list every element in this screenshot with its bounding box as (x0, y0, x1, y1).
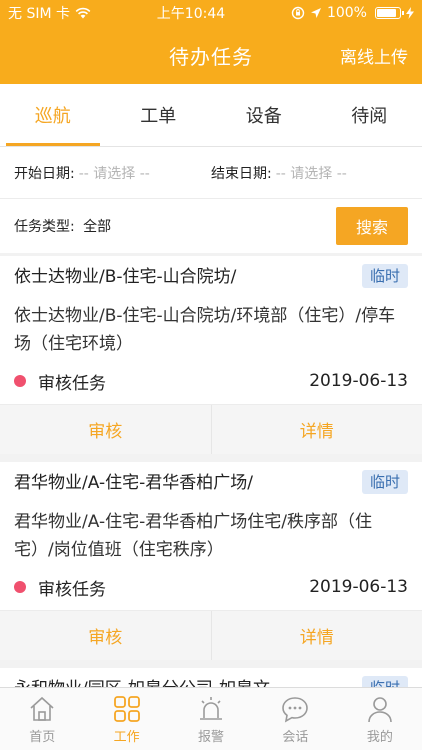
end-date-field[interactable]: 结束日期: -- 请选择 -- (211, 163, 408, 183)
battery-icon (374, 7, 404, 19)
task-description: 依士达物业/B-住宅-山合院坊/环境部（住宅）/停车场（住宅环境） (14, 306, 396, 354)
battery-percent: 100% (326, 5, 367, 21)
task-description: 君华物业/A-住宅-君华香柏广场住宅/秩序部（住宅）/岗位值班（住宅秩序） (14, 512, 372, 560)
tabbar-home[interactable]: 首页 (0, 688, 84, 750)
tabbar-work[interactable]: 工作 (84, 688, 168, 750)
chat-icon (282, 696, 309, 723)
offline-upload-button[interactable]: 离线上传 (340, 43, 408, 68)
tab-strip: 巡航 工单 设备 待阅 (0, 84, 422, 147)
tabbar-chat[interactable]: 会话 (253, 688, 337, 750)
task-type-label: 任务类型: (14, 219, 75, 235)
status-dot-icon (14, 581, 26, 593)
end-date-picker[interactable]: -- 请选择 -- (276, 163, 347, 183)
carrier-text: 无 SIM 卡 (8, 6, 70, 22)
clock-text: 上午10:44 (156, 6, 226, 22)
tabbar-mine[interactable]: 我的 (338, 688, 422, 750)
end-date-label: 结束日期: (211, 165, 272, 182)
bottom-tab-bar: 首页 工作 报警 会话 我的 (0, 687, 422, 750)
task-title: 依士达物业/B-住宅-山合院坊/ (14, 267, 237, 287)
date-filter-row: 开始日期: -- 请选择 -- 结束日期: -- 请选择 -- (0, 147, 422, 199)
tab-patrol[interactable]: 巡航 (0, 84, 106, 146)
search-button[interactable]: 搜索 (336, 207, 408, 245)
tabbar-label: 我的 (366, 729, 393, 745)
task-date: 2019-06-13 (309, 577, 408, 597)
task-type-field[interactable]: 任务类型: 全部 (14, 216, 111, 236)
task-card[interactable]: 依士达物业/B-住宅-山合院坊/ 临时 依士达物业/B-住宅-山合院坊/环境部（… (0, 256, 422, 454)
start-date-picker[interactable]: -- 请选择 -- (79, 163, 150, 183)
app-screen: 无 SIM 卡 上午10:44 100% 待办任务 离线上传 巡航 工单 设备 … (0, 0, 422, 750)
tab-work-order[interactable]: 工单 (106, 84, 212, 146)
task-list: 依士达物业/B-住宅-山合院坊/ 临时 依士达物业/B-住宅-山合院坊/环境部（… (0, 256, 422, 687)
page-title: 待办任务 (169, 44, 253, 69)
review-button[interactable]: 审核 (0, 405, 211, 454)
detail-button[interactable]: 详情 (210, 405, 422, 454)
alarm-icon (200, 696, 223, 720)
rotation-lock-icon (291, 6, 305, 20)
charging-icon (405, 7, 414, 19)
tab-to-read[interactable]: 待阅 (317, 84, 422, 146)
top-bar: 无 SIM 卡 上午10:44 100% 待办任务 离线上传 (0, 0, 422, 84)
task-tag-badge: 临时 (361, 264, 408, 288)
task-card[interactable]: 永和物业/园区-如皋分公司-如皋文 临时 (0, 668, 422, 687)
start-date-label: 开始日期: (14, 165, 75, 182)
nav-bar: 待办任务 离线上传 (0, 26, 422, 84)
status-bar: 无 SIM 卡 上午10:44 100% (0, 0, 422, 26)
home-icon (30, 696, 54, 721)
tab-device[interactable]: 设备 (211, 84, 317, 146)
tabbar-label: 会话 (282, 729, 309, 745)
task-type-value[interactable]: 全部 (83, 219, 111, 235)
task-title: 君华物业/A-住宅-君华香柏广场/ (14, 473, 253, 493)
task-date: 2019-06-13 (309, 371, 408, 391)
task-status-text: 审核任务 (38, 373, 106, 394)
location-icon (310, 8, 321, 18)
task-title: 永和物业/园区-如皋分公司-如皋文 (14, 676, 270, 687)
task-tag-badge: 临时 (361, 676, 408, 687)
task-status: 审核任务 (14, 575, 106, 600)
detail-button[interactable]: 详情 (210, 611, 422, 660)
task-card[interactable]: 君华物业/A-住宅-君华香柏广场/ 临时 君华物业/A-住宅-君华香柏广场住宅/… (0, 462, 422, 660)
task-status-text: 审核任务 (38, 579, 106, 600)
tabbar-label: 工作 (113, 729, 140, 745)
review-button[interactable]: 审核 (0, 611, 211, 660)
wifi-icon (75, 7, 91, 19)
task-tag-badge: 临时 (361, 470, 408, 494)
task-status: 审核任务 (14, 369, 106, 394)
tabbar-label: 首页 (29, 729, 56, 745)
tabbar-alarm[interactable]: 报警 (169, 688, 253, 750)
user-icon (368, 696, 392, 722)
type-filter-row: 任务类型: 全部 搜索 (0, 199, 422, 253)
grid-icon (113, 695, 140, 722)
start-date-field[interactable]: 开始日期: -- 请选择 -- (14, 163, 211, 183)
status-dot-icon (14, 375, 26, 387)
tabbar-label: 报警 (198, 729, 225, 745)
